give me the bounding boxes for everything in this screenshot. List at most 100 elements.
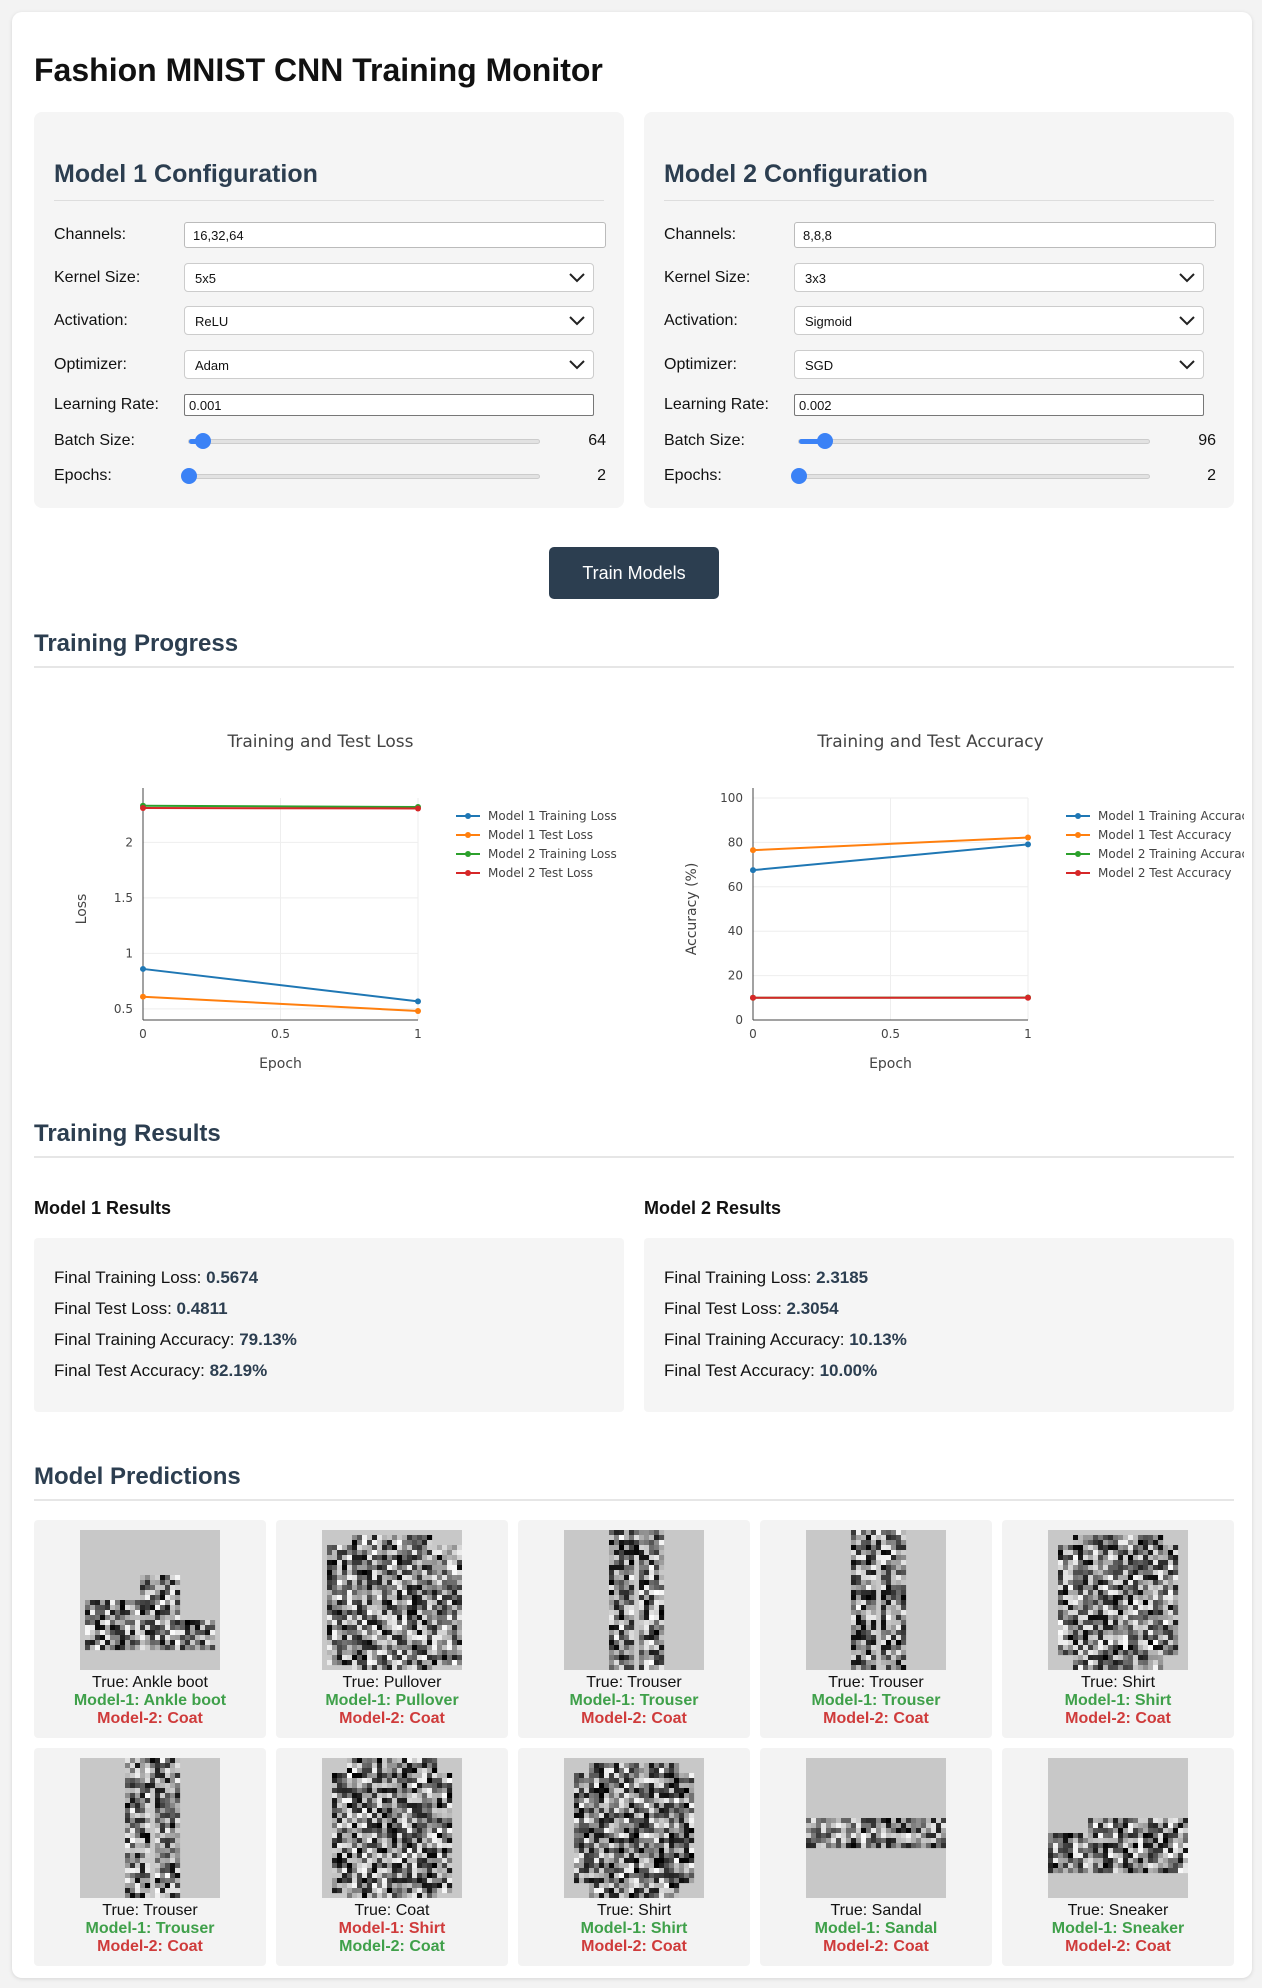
model-2-batch-size-value: 96 bbox=[1198, 432, 1216, 449]
slider-thumb[interactable] bbox=[791, 468, 807, 484]
final-test-accuracy: Final Test Accuracy: 10.00% bbox=[664, 1361, 877, 1381]
legend-marker bbox=[465, 813, 471, 819]
page-title: Fashion MNIST CNN Training Monitor bbox=[34, 52, 603, 88]
learning-rate-row: Learning Rate: 0.001 bbox=[54, 390, 606, 420]
model-1-learning-rate-input[interactable]: 0.001 bbox=[184, 394, 594, 416]
clothing-image bbox=[564, 1530, 704, 1670]
model-2-channels-input[interactable]: 8,8,8 bbox=[794, 222, 1216, 248]
final-test-loss: Final Test Loss: 2.3054 bbox=[664, 1299, 839, 1319]
clothing-image bbox=[1048, 1530, 1188, 1670]
loss-chart: Training and Test Loss 0.5 1 1.5 2 0 0.5 1 Epoch… bbox=[74, 732, 617, 1072]
model-2-config-title: Model 2 Configuration bbox=[664, 160, 928, 188]
legend-entry: Model 1 Test Loss bbox=[488, 828, 593, 842]
batch-size-row: Batch Size: 96 bbox=[664, 426, 1216, 456]
x-axis-label: Epoch bbox=[259, 1056, 302, 1072]
legend-marker bbox=[465, 870, 471, 876]
optimizer-label: Optimizer: bbox=[664, 356, 737, 373]
model-2-prediction: Model-2: Coat bbox=[823, 1710, 929, 1727]
model-1-activation-select[interactable]: ReLU bbox=[184, 306, 594, 335]
model-1-batch-size-slider[interactable] bbox=[188, 433, 540, 449]
model-2-kernel-select[interactable]: 3x3 bbox=[794, 263, 1204, 292]
model-1-optimizer-value: Adam bbox=[195, 358, 229, 373]
y-tick-label: 100 bbox=[720, 791, 743, 805]
data-point bbox=[1025, 841, 1031, 848]
model-2-epochs-value: 2 bbox=[1207, 467, 1216, 484]
model-1-activation-value: ReLU bbox=[195, 314, 229, 329]
model-2-prediction: Model-2: Coat bbox=[339, 1710, 445, 1727]
chevron-down-icon bbox=[569, 316, 585, 326]
model-1-epochs-slider[interactable] bbox=[181, 468, 540, 484]
data-point bbox=[750, 847, 756, 854]
model-1-kernel-select[interactable]: 5x5 bbox=[184, 263, 594, 292]
prediction-card: True: Sneaker Model-1: Sneaker Model-2: Co… bbox=[1002, 1748, 1234, 1966]
model-1-prediction: Model-1: Sandal bbox=[814, 1920, 938, 1937]
model-2-activation-select[interactable]: Sigmoid bbox=[794, 306, 1204, 335]
chevron-down-icon bbox=[1179, 316, 1195, 326]
channels-label: Channels: bbox=[664, 226, 737, 243]
epochs-label: Epochs: bbox=[664, 467, 722, 484]
y-tick-label: 2 bbox=[125, 835, 133, 849]
legend-marker bbox=[1075, 832, 1081, 838]
model-2-results-panel: Final Training Loss: 2.3185 Final Test L… bbox=[644, 1238, 1234, 1412]
accuracy-chart: Training and Test Accuracy 0 20 40 60 80 100 0 0… bbox=[684, 732, 1244, 1072]
model-2-kernel-value: 3x3 bbox=[805, 271, 826, 286]
x-tick-label: 1 bbox=[1024, 1027, 1032, 1041]
model-2-batch-size-slider[interactable] bbox=[798, 433, 1150, 449]
slider-thumb[interactable] bbox=[817, 433, 834, 449]
model-1-channels-input[interactable]: 16,32,64 bbox=[184, 222, 606, 248]
final-test-accuracy: Final Test Accuracy: 82.19% bbox=[54, 1361, 267, 1381]
slider-thumb[interactable] bbox=[195, 433, 211, 449]
model-1-prediction: Model-1: Trouser bbox=[569, 1692, 699, 1709]
model-1-epochs-value: 2 bbox=[597, 467, 606, 484]
true-label: True: Sneaker bbox=[1067, 1902, 1169, 1919]
series-line bbox=[142, 804, 419, 809]
channels-label: Channels: bbox=[54, 226, 127, 243]
model-2-activation-value: Sigmoid bbox=[805, 314, 852, 329]
prediction-card: True: Ankle boot Model-1: Ankle boot Model… bbox=[34, 1520, 266, 1738]
prediction-card: True: Shirt Model-1: Shirt Model-2: Coat bbox=[1002, 1520, 1234, 1738]
y-tick-label: 80 bbox=[728, 835, 743, 849]
slider-thumb[interactable] bbox=[181, 468, 197, 484]
y-tick-label: 0 bbox=[735, 1013, 743, 1027]
legend-marker bbox=[1075, 813, 1081, 819]
legend-entry: Model 2 Test Loss bbox=[488, 866, 593, 880]
final-training-loss: Final Training Loss: 0.5674 bbox=[54, 1268, 258, 1288]
legend-marker bbox=[465, 851, 471, 857]
optimizer-row: Optimizer: SGD bbox=[664, 350, 1216, 380]
true-label: True: Coat bbox=[354, 1902, 430, 1919]
model-1-prediction: Model-1: Shirt bbox=[580, 1920, 688, 1937]
learning-rate-label: Learning Rate: bbox=[54, 396, 159, 413]
data-point bbox=[415, 998, 421, 1005]
model-1-prediction: Model-1: Trouser bbox=[811, 1692, 941, 1709]
y-axis-label: Accuracy (%) bbox=[684, 863, 700, 956]
final-training-loss-value: 2.3185 bbox=[816, 1268, 869, 1287]
model-2-results-title: Model 2 Results bbox=[644, 1198, 782, 1218]
x-tick-label: 0 bbox=[139, 1027, 147, 1041]
epochs-row: Epochs: 2 bbox=[664, 461, 1216, 491]
learning-rate-label: Learning Rate: bbox=[664, 396, 769, 413]
model-2-optimizer-select[interactable]: SGD bbox=[794, 350, 1204, 379]
batch-size-label: Batch Size: bbox=[664, 432, 745, 449]
legend-entry: Model 2 Test Accuracy bbox=[1098, 866, 1232, 880]
train-models-button[interactable]: Train Models bbox=[549, 547, 719, 599]
final-training-loss-value: 0.5674 bbox=[206, 1268, 259, 1287]
true-label: True: Pullover bbox=[342, 1674, 442, 1691]
final-training-accuracy-label: Final Training Accuracy: bbox=[54, 1330, 235, 1349]
data-point bbox=[415, 1007, 421, 1014]
chart-title: Training and Test Accuracy bbox=[816, 732, 1043, 752]
model-1-optimizer-select[interactable]: Adam bbox=[184, 350, 594, 379]
prediction-card: True: Coat Model-1: Shirt Model-2: Coat bbox=[276, 1748, 508, 1966]
data-point bbox=[750, 994, 756, 1001]
series-line bbox=[142, 806, 419, 810]
x-tick-label: 0.5 bbox=[271, 1027, 290, 1041]
prediction-card: True: Trouser Model-1: Trouser Model-2: Co… bbox=[760, 1520, 992, 1738]
final-test-loss: Final Test Loss: 0.4811 bbox=[54, 1299, 228, 1319]
model-2-epochs-slider[interactable] bbox=[791, 468, 1150, 484]
divider bbox=[34, 1499, 1234, 1501]
model-1-prediction: Model-1: Ankle boot bbox=[73, 1692, 227, 1709]
chevron-down-icon bbox=[1179, 360, 1195, 370]
divider bbox=[34, 666, 1234, 668]
model-2-learning-rate-input[interactable]: 0.002 bbox=[794, 394, 1204, 416]
activation-row: Activation: ReLU bbox=[54, 306, 606, 336]
training-results-heading: Training Results bbox=[34, 1120, 221, 1147]
